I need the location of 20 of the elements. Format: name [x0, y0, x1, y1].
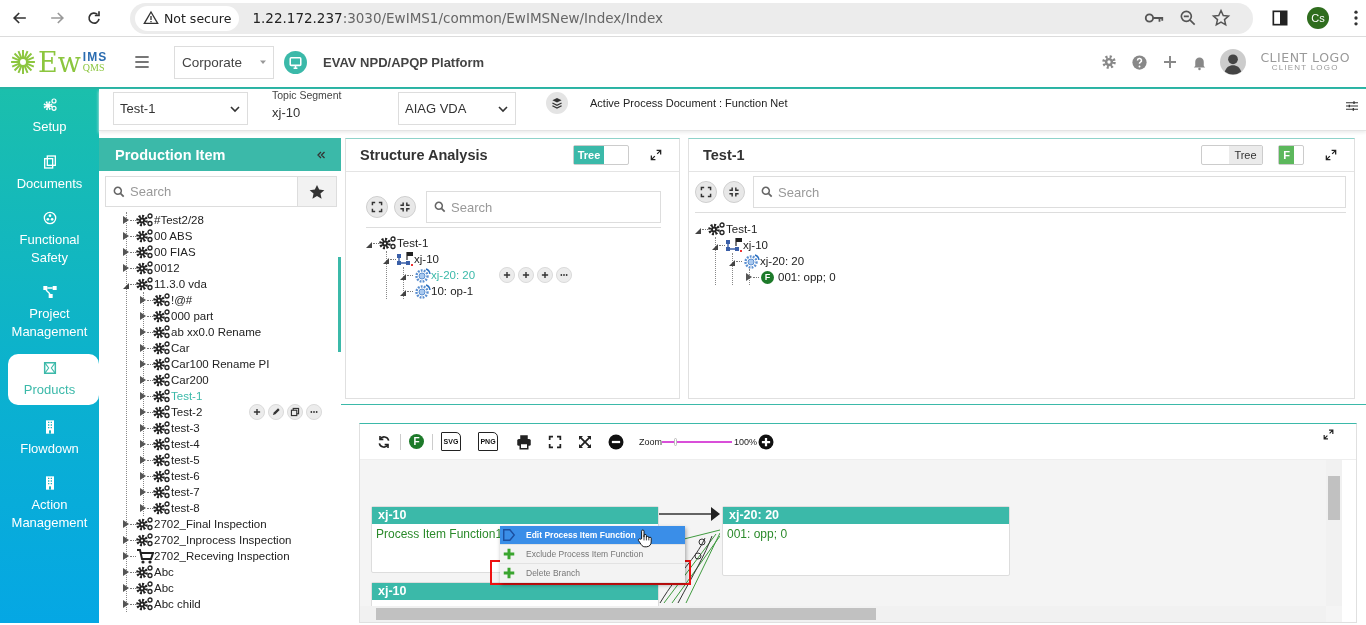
- logo-text: IMS: [82, 51, 108, 63]
- url-text: 1.22.172.237:3030/EwIMS1/common/EwIMSNew/Index/Index: [252, 10, 663, 26]
- logo-text: Ew: [38, 48, 81, 76]
- field-value: xj-10: [272, 105, 302, 120]
- node-title: xj-20: 20: [723, 507, 1009, 524]
- client-logo-text: CLIENT LOGO: [1260, 51, 1350, 65]
- panel-title: Test-1: [703, 147, 745, 163]
- security-label: Not secure: [164, 10, 232, 26]
- zoom-value: 100%: [734, 436, 758, 447]
- function-badge: F: [761, 270, 774, 284]
- panel-title: Production Item: [115, 146, 226, 163]
- node-title: xj-10: [372, 583, 658, 600]
- node-title: xj-10: [372, 507, 658, 524]
- active-document-label: Active Process Document : Function Net: [590, 97, 788, 109]
- field-label: Topic Segment: [272, 89, 343, 101]
- client-logo-text: CLIENT LOGO: [1271, 64, 1339, 73]
- zoom-label: Zoom: [639, 436, 662, 447]
- platform-title: EVAV NPD/APQP Platform: [323, 54, 485, 70]
- logo-text: QMS: [82, 63, 106, 73]
- panel-title: Structure Analysis: [360, 147, 488, 163]
